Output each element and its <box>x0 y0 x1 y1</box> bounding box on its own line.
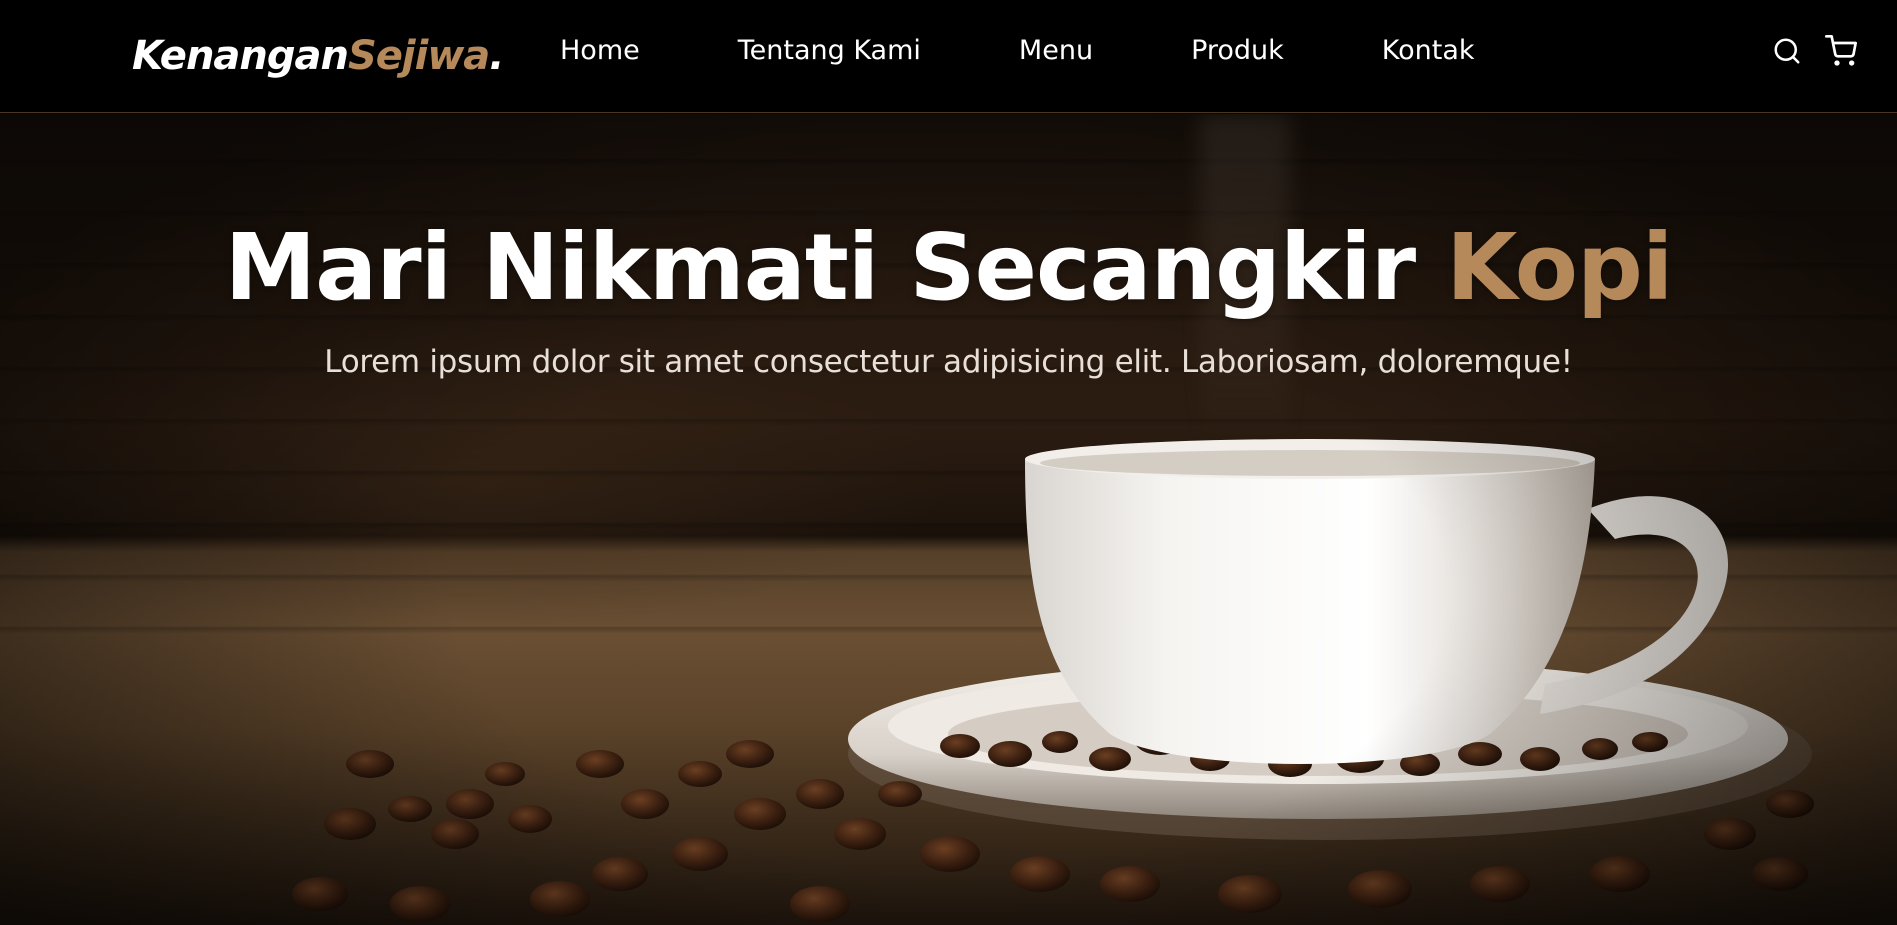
brand-name-accent: Sejiwa <box>347 33 490 79</box>
hero-title: Mari Nikmati Secangkir Kopi <box>0 210 1897 326</box>
nav-link-produk[interactable]: Produk <box>1191 35 1284 66</box>
hero-content: Mari Nikmati Secangkir Kopi Lorem ipsum … <box>0 210 1897 384</box>
nav-icons <box>1769 33 1859 69</box>
search-icon <box>1774 38 1800 64</box>
navbar: KenanganSejiwa. Home Tentang Kami Menu P… <box>0 0 1897 113</box>
hero-section: Mari Nikmati Secangkir Kopi Lorem ipsum … <box>0 114 1897 925</box>
hero-title-main: Mari Nikmati Secangkir <box>224 214 1447 321</box>
brand-logo[interactable]: KenanganSejiwa. <box>132 28 505 84</box>
hero-title-accent: Kopi <box>1446 214 1673 321</box>
landing-page: KenanganSejiwa. Home Tentang Kami Menu P… <box>0 0 1897 925</box>
shopping-cart-icon <box>1825 35 1857 66</box>
nav-link-tentang-kami[interactable]: Tentang Kami <box>738 35 921 66</box>
brand-name-main: Kenangan <box>132 33 349 79</box>
hero-subtitle: Lorem ipsum dolor sit amet consectetur a… <box>324 344 1573 380</box>
cart-button[interactable] <box>1823 33 1859 69</box>
nav-link-menu[interactable]: Menu <box>1019 35 1093 66</box>
nav-links: Home Tentang Kami Menu Produk Kontak <box>560 30 1475 70</box>
search-button[interactable] <box>1769 33 1805 69</box>
nav-link-home[interactable]: Home <box>560 35 640 66</box>
brand-name-dot: . <box>489 33 504 79</box>
nav-link-kontak[interactable]: Kontak <box>1382 35 1475 66</box>
